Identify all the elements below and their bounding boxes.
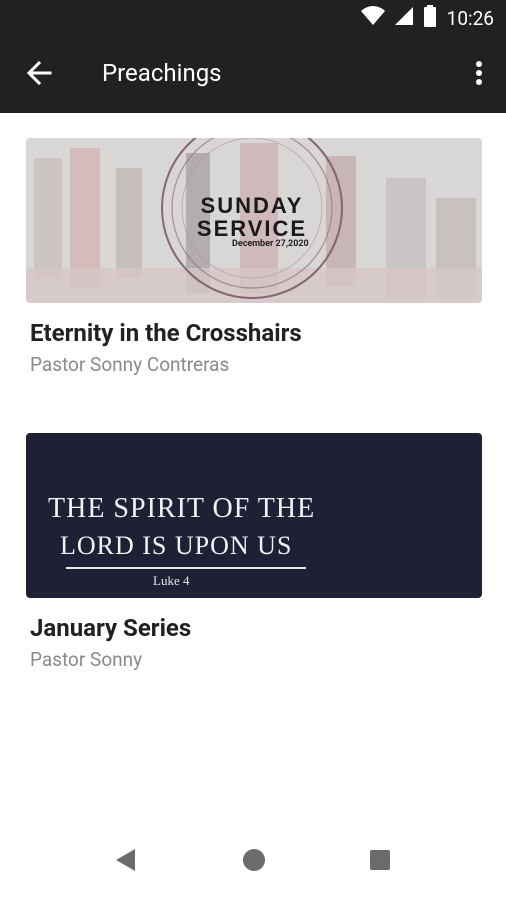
battery-icon — [423, 5, 437, 31]
preaching-title: January Series — [30, 614, 192, 642]
square-recents-icon — [368, 848, 392, 876]
status-icons: 10:26 — [360, 5, 494, 31]
preaching-thumbnail: SUNDAY SERVICE December 27,2020 — [26, 138, 482, 303]
nav-home-button[interactable] — [242, 848, 266, 876]
app-bar: Preachings — [0, 36, 506, 113]
thumbnail-line-2: LORD IS UPON US — [60, 531, 293, 560]
thumbnail-date: December 27,2020 — [232, 239, 309, 249]
triangle-back-icon — [115, 848, 137, 876]
thumbnail-heading: SUNDAY SERVICE — [196, 193, 308, 241]
nav-back-button[interactable] — [114, 848, 138, 876]
status-time: 10:26 — [446, 6, 494, 30]
status-bar: 10:26 — [0, 0, 506, 36]
back-button[interactable] — [22, 58, 56, 92]
preaching-card[interactable]: THE SPIRIT OF THE LORD IS UPON US Luke 4… — [26, 433, 482, 671]
wifi-icon — [360, 6, 385, 30]
nav-recents-button[interactable] — [368, 850, 392, 874]
preaching-speaker: Pastor Sonny Contreras — [30, 353, 230, 376]
arrow-left-icon — [26, 60, 52, 90]
thumbnail-line-1: THE SPIRIT OF THE — [48, 493, 316, 524]
circle-home-icon — [242, 848, 266, 876]
system-nav-bar — [0, 818, 506, 900]
preaching-speaker: Pastor Sonny — [30, 648, 143, 671]
signal-icon — [394, 6, 413, 30]
page-title: Preachings — [102, 59, 222, 87]
preaching-card[interactable]: SUNDAY SERVICE December 27,2020 Eternity … — [26, 138, 482, 376]
preaching-title: Eternity in the Crosshairs — [30, 319, 302, 347]
more-options-button[interactable] — [468, 58, 490, 92]
preaching-thumbnail: THE SPIRIT OF THE LORD IS UPON US Luke 4 — [26, 433, 482, 598]
thumbnail-reference: Luke 4 — [153, 573, 190, 588]
thumbnail-divider — [66, 567, 306, 569]
more-vertical-icon — [475, 60, 483, 90]
